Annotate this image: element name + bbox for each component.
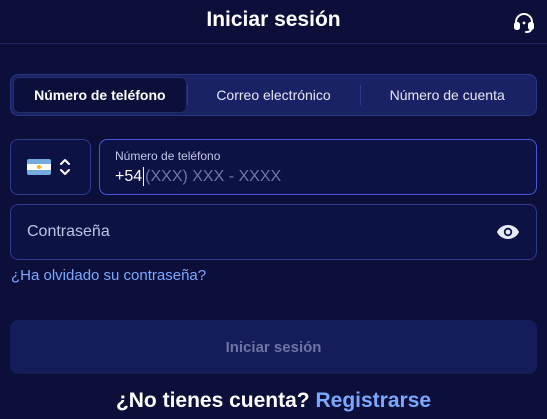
headset-icon <box>514 13 534 33</box>
header: Iniciar sesión <box>0 0 547 44</box>
password-input[interactable] <box>27 223 496 241</box>
signup-question: ¿No tienes cuenta? <box>115 389 310 412</box>
phone-prefix: +54 <box>115 167 143 185</box>
tab-phone-number[interactable]: Número de teléfono <box>13 77 187 113</box>
password-field[interactable] <box>10 204 537 260</box>
login-method-tabs: Número de teléfono Correo electrónico Nú… <box>10 74 537 116</box>
country-code-selector[interactable] <box>10 139 91 195</box>
phone-number-label: Número de teléfono <box>115 149 221 163</box>
chevron-up-down-icon <box>60 159 70 175</box>
phone-number-field[interactable]: Número de teléfono +54 <box>99 139 537 195</box>
register-link[interactable]: Registrarse <box>315 389 431 412</box>
forgot-password-link[interactable]: ¿Ha olvidado su contraseña? <box>11 267 206 284</box>
argentina-flag-icon <box>27 159 51 175</box>
tab-email[interactable]: Correo electrónico <box>186 77 361 113</box>
phone-number-input[interactable] <box>145 167 446 186</box>
support-button[interactable] <box>511 9 537 35</box>
page-title: Iniciar sesión <box>206 8 341 31</box>
signup-prompt: ¿No tienes cuenta? Registrarse <box>0 389 547 413</box>
eye-icon[interactable] <box>496 220 520 244</box>
tab-account-number[interactable]: Número de cuenta <box>360 77 534 113</box>
login-button[interactable]: Iniciar sesión <box>10 320 537 374</box>
text-caret <box>143 167 145 186</box>
